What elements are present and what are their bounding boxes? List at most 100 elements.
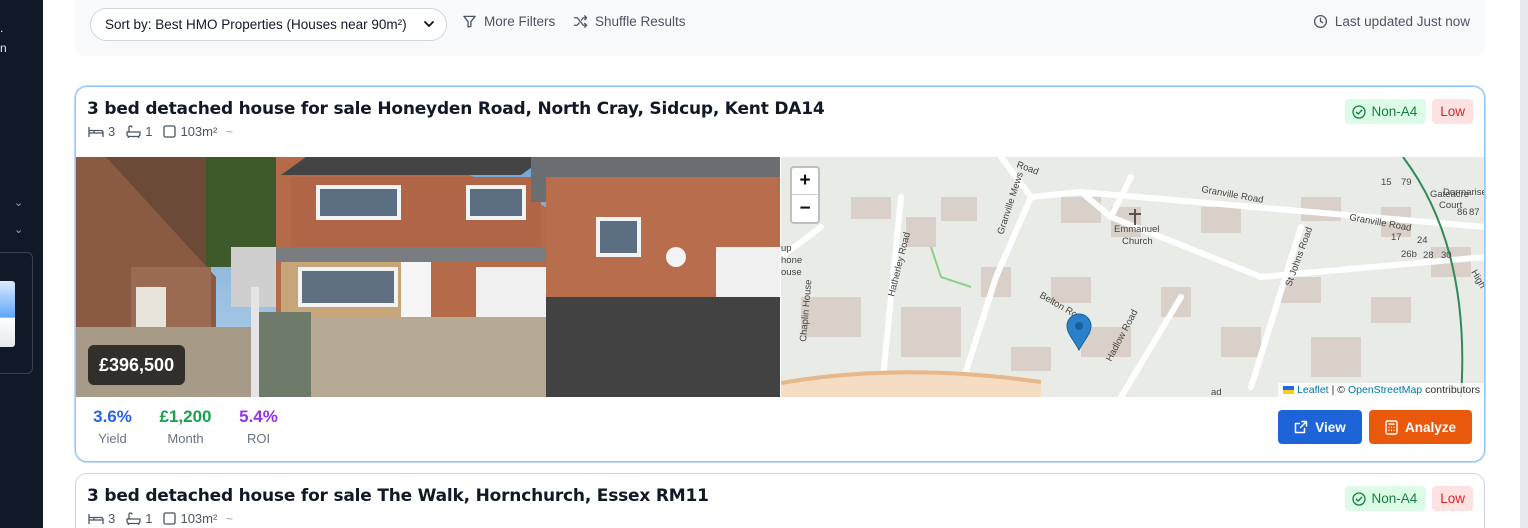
chevron-down-icon [424,21,434,27]
baths-spec: 1 [126,124,152,139]
map-label: 15 [1381,177,1392,188]
view-button-label: View [1315,419,1346,435]
property-map[interactable]: Road Granville Road Granville Road Granv… [781,157,1485,397]
map-tiles: Road Granville Road Granville Road Granv… [781,157,1485,397]
yield-stat: 3.6% Yield [76,407,149,446]
last-updated-text: Last updated Just now [1334,14,1470,29]
status-badge: Non-A4 [1345,486,1427,511]
sidebar-preview-card[interactable] [0,252,33,374]
check-badge-icon [1352,104,1367,119]
shuffle-results-button[interactable]: Shuffle Results [573,14,686,29]
attribution-separator: | © [1331,384,1345,396]
bath-icon [126,125,141,138]
sidebar-text-fragment: . [0,21,4,35]
month-label: Month [167,431,204,446]
yield-label: Yield [98,431,127,446]
map-label: 17 [1391,232,1402,243]
map-attribution: Leaflet | © OpenStreetMap contributors [1278,383,1484,397]
filter-icon [463,15,476,28]
map-label: Church [1122,236,1153,247]
map-zoom-control: + − [790,166,820,224]
property-card[interactable]: 3 bed detached house for sale Honeyden R… [75,86,1485,462]
roi-label: ROI [246,431,271,446]
baths-spec: 1 [126,511,152,526]
map-label: ouse [781,267,802,278]
sort-select[interactable]: Sort by: Best HMO Properties (Houses nea… [90,8,447,41]
roi-stat: 5.4% ROI [222,407,295,446]
property-badges: Non-A4 Low [1345,486,1473,511]
map-label: 79 [1401,177,1412,188]
beds-count: 3 [108,511,116,526]
osm-link[interactable]: OpenStreetMap [1348,384,1422,396]
map-label: hone [781,255,802,266]
map-label: up [781,243,792,254]
baths-count: 1 [145,511,153,526]
sidebar-thumbnail [0,281,15,347]
property-photo[interactable]: £396,500 [76,157,780,397]
analyze-button-label: Analyze [1404,419,1457,435]
shuffle-results-label: Shuffle Results [595,14,686,29]
clock-icon [1313,14,1327,29]
property-badges: Non-A4 Low [1345,99,1473,124]
area-approx: ~ [225,124,233,139]
area-icon [163,512,177,525]
property-title[interactable]: 3 bed detached house for sale Honeyden R… [87,99,825,119]
map-label: 87 [1469,207,1480,218]
sidebar-text-fragment: n [0,41,7,55]
area-spec: 103m² ~ [163,124,233,139]
month-value: £1,200 [159,407,212,426]
property-card[interactable]: 3 bed detached house for sale The Walk, … [75,473,1485,528]
zoom-out-button[interactable]: − [792,195,818,222]
map-label: Dormarise [1443,187,1485,198]
bath-icon [126,512,141,525]
beds-count: 3 [108,124,116,139]
external-link-icon [1294,420,1308,434]
sidebar-chevron-down-icon[interactable]: ⌄ [14,196,23,209]
view-button[interactable]: View [1278,410,1362,444]
results-toolbar: Sort by: Best HMO Properties (Houses nea… [75,0,1485,56]
attribution-tail: contributors [1425,384,1480,396]
risk-badge-label: Low [1440,104,1465,119]
analyze-button[interactable]: Analyze [1369,410,1472,444]
calculator-icon [1385,419,1398,435]
map-label: 86 [1457,207,1468,218]
month-stat: £1,200 Month [149,407,222,446]
beds-spec: 3 [88,511,115,526]
area-value: 103m² [180,124,218,139]
sidebar-chevron-down-icon[interactable]: ⌄ [14,223,23,236]
leaflet-link[interactable]: Leaflet [1297,384,1329,396]
last-updated: Last updated Just now [1313,14,1470,29]
scrollbar[interactable] [1520,0,1528,528]
map-label: 30 [1441,250,1452,261]
property-title[interactable]: 3 bed detached house for sale The Walk, … [87,486,709,506]
bed-icon [88,514,104,524]
area-spec: 103m² ~ [163,511,233,526]
bed-icon [88,127,104,137]
area-approx: ~ [225,511,233,526]
risk-badge-label: Low [1440,491,1465,506]
area-icon [163,125,177,138]
map-label: 28 [1423,250,1434,261]
area-value: 103m² [180,511,218,526]
status-badge-label: Non-A4 [1371,491,1418,506]
map-label: Emmanuel [1114,224,1159,235]
roi-value: 5.4% [239,407,278,426]
map-label: 26b [1401,249,1417,260]
shuffle-icon [573,15,588,28]
more-filters-button[interactable]: More Filters [462,14,555,29]
map-label: ad [1211,387,1222,397]
beds-spec: 3 [88,124,115,139]
yield-value: 3.6% [93,407,132,426]
property-specs: 3 1 103m² ~ [88,124,244,139]
risk-badge: Low [1432,486,1473,511]
sidebar: . n ⌄ ⌄ [0,0,43,528]
zoom-in-button[interactable]: + [792,168,818,195]
price-tag: £396,500 [88,345,186,385]
baths-count: 1 [145,124,153,139]
sort-select-value: Sort by: Best HMO Properties (Houses nea… [105,17,407,32]
ukraine-flag-icon [1283,386,1295,394]
status-badge: Non-A4 [1345,99,1427,124]
property-stats: 3.6% Yield £1,200 Month 5.4% ROI [76,407,295,446]
map-label: 24 [1417,235,1428,246]
more-filters-label: More Filters [484,14,556,29]
